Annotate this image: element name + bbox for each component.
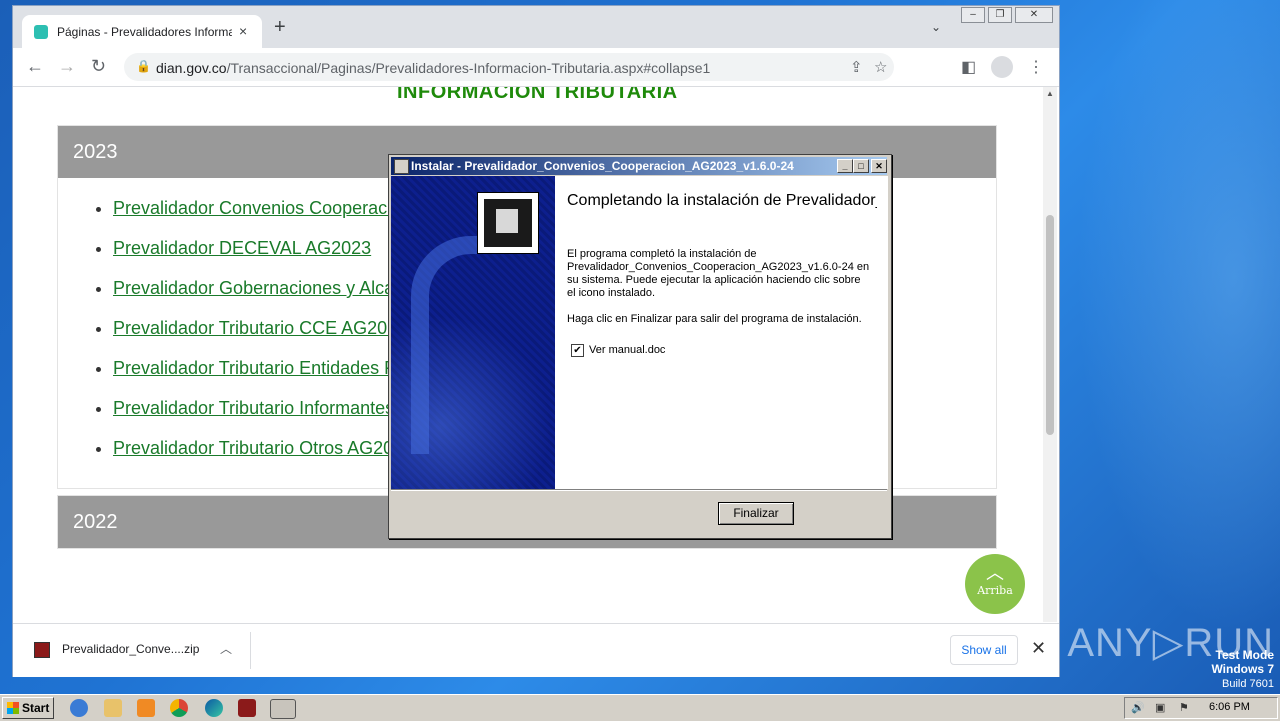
chevron-up-icon: ︿ xyxy=(986,563,1004,583)
wizard-heading: Completando la instalación de Prevalidad… xyxy=(567,192,877,209)
dialog-divider xyxy=(391,489,887,491)
installer-taskbar-icon[interactable] xyxy=(270,699,296,719)
winrar-archive-icon xyxy=(34,642,50,658)
internet-explorer-icon[interactable] xyxy=(70,699,88,717)
tab-active[interactable]: Páginas - Prevalidadores Información × xyxy=(22,15,262,48)
ver-manual-label[interactable]: Ver manual.doc xyxy=(589,344,665,356)
test-mode-label: Test Mode xyxy=(1215,648,1274,662)
site-favicon-icon xyxy=(34,25,48,39)
start-label: Start xyxy=(22,701,50,715)
os-label: Windows 7 xyxy=(1211,662,1274,676)
dialog-titlebar[interactable]: Instalar - Prevalidador_Convenios_Cooper… xyxy=(391,157,887,175)
network-icon[interactable]: ▣ xyxy=(1155,701,1165,714)
action-center-flag-icon[interactable]: ⚑ xyxy=(1179,701,1189,714)
taskbar: Start 🔊 ▣ ⚑ 6:06 PM xyxy=(0,694,1280,721)
wizard-side-image xyxy=(391,176,555,489)
chrome-icon[interactable] xyxy=(170,699,188,717)
finalizar-button[interactable]: Finalizar xyxy=(718,502,794,525)
volume-icon[interactable]: 🔊 xyxy=(1131,701,1145,714)
media-player-icon[interactable] xyxy=(137,699,155,717)
reload-button[interactable]: ↻ xyxy=(91,56,106,76)
start-button[interactable]: Start xyxy=(2,697,54,719)
lock-icon[interactable]: 🔒 xyxy=(136,59,151,73)
file-explorer-icon[interactable] xyxy=(104,699,122,717)
chevron-up-icon[interactable]: ︿ xyxy=(220,640,232,657)
prevalidador-link[interactable]: Prevalidador DECEVAL AG2023 xyxy=(113,238,371,258)
installer-dialog: Instalar - Prevalidador_Convenios_Cooper… xyxy=(388,154,892,539)
prevalidador-link[interactable]: Prevalidador Tributario Otros AG2023 xyxy=(113,438,413,458)
show-all-button[interactable]: Show all xyxy=(950,635,1018,665)
page-heading: INFORMACION TRIBUTARIA xyxy=(397,87,678,103)
download-filename[interactable]: Prevalidador_Conve....zip xyxy=(62,642,199,656)
tab-title: Páginas - Prevalidadores Información xyxy=(57,25,232,39)
tab-search-chevron-icon[interactable]: ⌄ xyxy=(931,20,941,34)
edge-icon[interactable] xyxy=(205,699,223,717)
minimize-button[interactable]: – xyxy=(961,7,985,23)
back-to-top-label: Arriba xyxy=(977,584,1013,597)
tab-strip: Páginas - Prevalidadores Información × +… xyxy=(13,6,1059,48)
url-text[interactable]: dian.gov.co/Transaccional/Paginas/Preval… xyxy=(156,60,710,76)
side-panel-icon[interactable]: ◧ xyxy=(961,57,976,77)
windows-flag-icon xyxy=(7,702,19,714)
download-bar: Prevalidador_Conve....zip ︿ Show all ✕ xyxy=(13,623,1059,677)
bookmark-star-icon[interactable]: ☆ xyxy=(874,58,887,76)
ver-manual-checkbox[interactable]: ✔ xyxy=(571,344,584,357)
back-to-top-button[interactable]: ︿ Arriba xyxy=(965,554,1025,614)
build-label: Build 7601 xyxy=(1222,678,1274,690)
url-host: dian.gov.co xyxy=(156,60,227,76)
winrar-icon[interactable] xyxy=(238,699,256,717)
browser-toolbar: ← → ↻ 🔒 dian.gov.co/Transaccional/Pagina… xyxy=(13,48,1059,87)
dialog-title: Instalar - Prevalidador_Convenios_Cooper… xyxy=(411,159,794,173)
new-tab-button[interactable]: + xyxy=(274,17,286,37)
wizard-instruction: Haga clic en Finalizar para salir del pr… xyxy=(567,313,862,325)
scroll-up-arrow-icon[interactable]: ▲ xyxy=(1046,89,1054,98)
dialog-minimize-button[interactable]: _ xyxy=(837,159,853,173)
share-icon[interactable]: ⇪ xyxy=(850,58,863,76)
close-icon[interactable]: ✕ xyxy=(1031,638,1046,659)
system-tray: 🔊 ▣ ⚑ 6:06 PM xyxy=(1124,697,1278,719)
close-window-button[interactable]: ✕ xyxy=(1015,7,1053,23)
scrollbar[interactable]: ▲ xyxy=(1043,87,1057,622)
maximize-button[interactable]: ❐ xyxy=(988,7,1012,23)
forward-button[interactable]: → xyxy=(58,56,76,76)
dialog-close-button[interactable]: ✕ xyxy=(871,159,887,173)
profile-avatar[interactable] xyxy=(991,56,1013,78)
installer-app-icon xyxy=(394,159,409,174)
address-bar[interactable]: 🔒 dian.gov.co/Transaccional/Paginas/Prev… xyxy=(124,53,894,81)
clock[interactable]: 6:06 PM xyxy=(1209,701,1250,713)
desktop-wallpaper xyxy=(1050,0,1280,694)
prevalidador-link[interactable]: Prevalidador Tributario CCE AG2023 xyxy=(113,318,407,338)
divider xyxy=(250,632,251,669)
dialog-maximize-button[interactable]: □ xyxy=(853,159,869,173)
url-path: /Transaccional/Paginas/Prevalidadores-In… xyxy=(226,60,711,76)
wizard-message: El programa completó la instalación de P… xyxy=(567,248,870,299)
menu-kebab-icon[interactable]: ⋮ xyxy=(1028,57,1044,77)
wizard-arrow-graphic xyxy=(411,236,539,454)
wizard-content: Completando la instalación de Prevalidad… xyxy=(555,176,888,489)
tab-close-icon[interactable]: × xyxy=(239,23,247,39)
scrollbar-thumb[interactable] xyxy=(1046,215,1054,435)
installer-logo-icon xyxy=(477,192,539,254)
back-button[interactable]: ← xyxy=(26,56,44,76)
